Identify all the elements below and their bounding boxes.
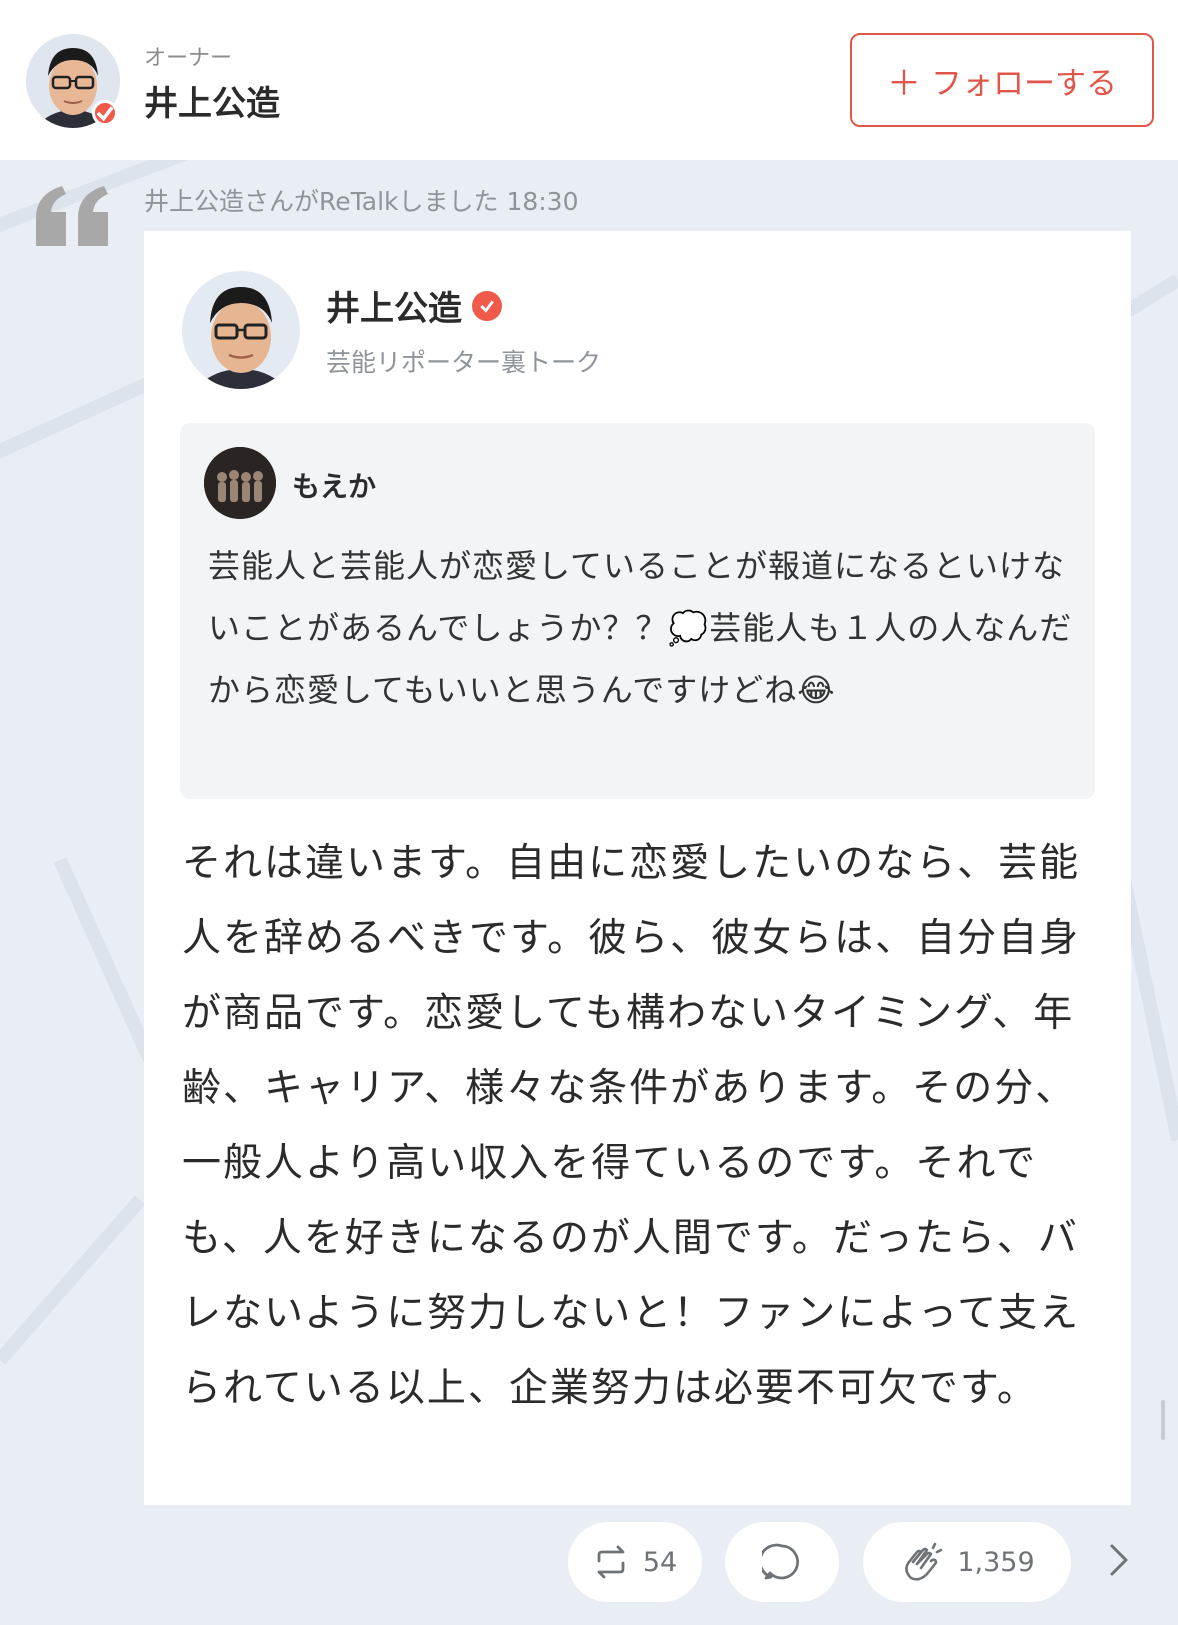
question-box: もえか 芸能人と芸能人が恋愛していることが報道になるといけないことがあるんでしょ…	[180, 423, 1095, 799]
clap-icon	[905, 1542, 943, 1581]
comment-icon	[762, 1543, 799, 1580]
author-name-row: 井上公造	[326, 281, 502, 330]
follow-button-label: フォローする	[931, 65, 1117, 102]
scrollbar[interactable]	[1161, 1400, 1165, 1440]
plus-icon: ＋	[887, 63, 921, 104]
owner-name[interactable]: 井上公造	[144, 76, 280, 125]
quote-icon	[36, 186, 108, 246]
asker-name: もえか	[292, 470, 377, 503]
clap-button[interactable]: 1,359	[863, 1522, 1071, 1602]
retalk-card[interactable]: 井上公造 芸能リポーター裏トーク もえか 芸能人と芸能人が恋愛していることが報道…	[144, 231, 1131, 1505]
retalk-icon	[597, 1545, 625, 1579]
asker-image	[204, 447, 276, 519]
author-name[interactable]: 井上公造	[326, 281, 462, 330]
asker-avatar	[204, 447, 276, 519]
retalk-count: 54	[642, 1546, 678, 1578]
channel-name[interactable]: 芸能リポーター裏トーク	[326, 343, 601, 379]
question-text: 芸能人と芸能人が恋愛していることが報道になるといけないことがあるんでしょうか？？…	[208, 547, 1073, 709]
owner-role-label: オーナー	[144, 46, 233, 71]
owner-avatar[interactable]	[26, 34, 120, 178]
follow-button[interactable]: ＋ フォローする	[850, 33, 1154, 127]
answer-text: それは違います。自由に恋愛したいのなら、芸能人を辞めるべきです。彼ら、彼女らは、…	[182, 841, 1081, 1411]
comment-button[interactable]	[725, 1522, 839, 1602]
chevron-right-icon[interactable]	[1106, 1540, 1132, 1580]
author-avatar[interactable]	[182, 271, 300, 449]
verified-icon	[92, 100, 118, 126]
retalk-info: 井上公造さんがReTalkしました 18:30	[144, 187, 579, 216]
author-face-image	[182, 271, 300, 449]
retalk-button[interactable]: 54	[568, 1522, 702, 1602]
owner-header: オーナー 井上公造 ＋ フォローする	[0, 0, 1178, 178]
clap-count: 1,359	[957, 1546, 1035, 1578]
verified-icon	[472, 290, 502, 321]
